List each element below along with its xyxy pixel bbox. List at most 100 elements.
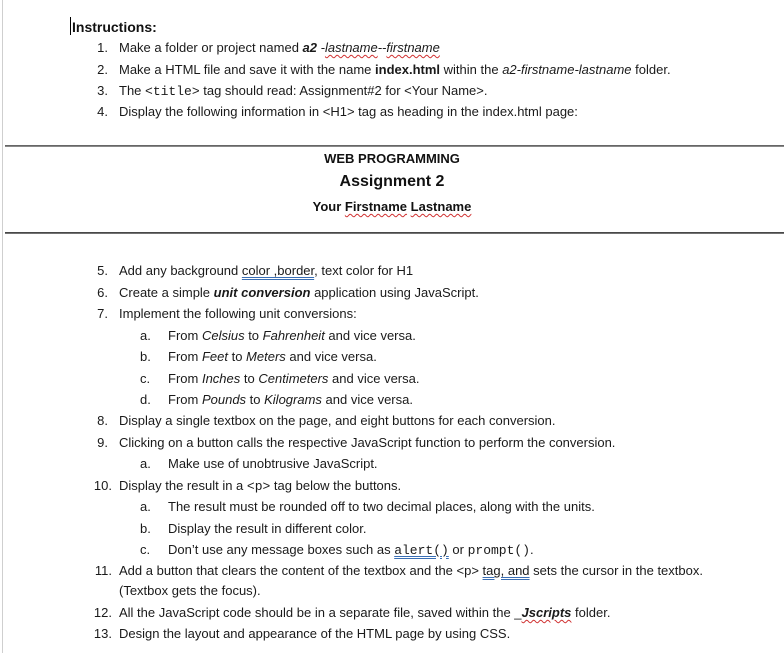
list-item-text: From Celsius to Fahrenheit and vice vers… [168,328,416,344]
text-run: Make a HTML file and save it with the na… [119,62,376,77]
list-item-number: 3. [97,83,108,98]
text-run: to [227,349,247,364]
list-item-text: From Feet to Meters and vice versa. [168,349,377,365]
text-run: and vice versa. [285,349,377,364]
text-run: Display the result in different color. [168,521,367,536]
list-item-text: (Textbox gets the focus). [119,583,261,599]
list-item-number: b. [140,349,151,364]
text-run: , text color for H1 [314,263,414,278]
name-lastname: Lastname [410,199,472,214]
h1-preview-line-name: Your Firstname Lastname [0,199,784,214]
text-run: index.html [375,62,441,77]
list-item-number: 1. [97,40,108,55]
list-item-text: The result must be rounded off to two de… [168,499,595,515]
text-run: tag should read: Assignment#2 for <Your … [199,83,488,98]
text-run: and vice versa. [324,328,416,343]
text-run: From [168,349,202,364]
text-run: All the JavaScript code should be in a s… [119,605,522,620]
text-run: tag below the buttons. [270,478,402,493]
text-run: Display a single textbox on the page, an… [119,413,556,428]
h1-preview-line-assignment: Assignment 2 [339,173,445,190]
text-run: From [168,392,202,407]
text-run: (Textbox gets the focus). [119,583,261,598]
text-run: Design the layout and appearance of the … [119,626,511,641]
list-item-number: a. [140,499,151,514]
list-item-text: Don’t use any message boxes such as aler… [168,542,534,559]
text-cursor [70,17,71,35]
list-item-text: Make a HTML file and save it with the na… [119,62,671,78]
list-item-number: c. [140,542,151,557]
list-item-text: The <title> tag should read: Assignment#… [119,83,488,100]
text-run: Make a folder or project named [119,40,303,55]
text-run: Feet [201,349,228,364]
text-run: firstname [386,40,440,55]
text-run: Make use of unobtrusive JavaScript. [168,456,378,471]
list-item-number: 4. [97,104,108,119]
text-run: or [448,542,468,557]
text-run: Add any background [119,263,242,278]
text-run: Inches [201,371,241,386]
list-item-text: Make use of unobtrusive JavaScript. [168,456,378,472]
text-run: Display the following information in <H1… [119,104,578,119]
text-run: Implement the following unit conversions… [119,306,357,321]
text-run: Centimeters [258,371,329,386]
list-item-number: 9. [97,435,108,450]
text-run: Add a button that clears the content of … [119,563,483,578]
list-item-number: 12. [93,605,112,620]
text-run: a2-firstname-lastname [502,62,632,77]
text-run: Celsius [201,328,245,343]
list-item-number: 6. [97,285,108,300]
list-item-text: Display the following information in <H1… [119,104,578,120]
text-run: lastname [324,40,378,55]
text-run: tag, and [482,563,530,578]
list-item-text: Display the result in a <p> tag below th… [119,478,401,495]
list-item-text: Add any background color ,border, text c… [119,263,413,279]
text-run: alert() [394,543,449,558]
list-item-number: b. [140,521,151,536]
text-run: Fahrenheit [262,328,325,343]
text-run: Display the result in a [119,478,247,493]
text-run: Meters [246,349,286,364]
list-item-number: 5. [97,263,108,278]
page-left-edge [2,0,3,653]
text-run: a2 [302,40,318,55]
text-run: folder. [571,605,611,620]
list-item-text: Design the layout and appearance of the … [119,626,510,642]
list-item-number: d. [140,392,151,407]
text-run: From [168,371,202,386]
text-run: <p> [246,479,271,494]
list-item-number: 10. [93,478,112,493]
list-item-text: Clicking on a button calls the respectiv… [119,435,615,451]
text-run: to [246,392,265,407]
text-run: Don’t use any message boxes such as [168,542,395,557]
list-item-number: 2. [97,62,108,77]
list-item-text: From Inches to Centimeters and vice vers… [168,371,419,387]
text-run: Pounds [201,392,247,407]
text-run: application using JavaScript. [310,285,479,300]
text-run: <title> [145,84,200,99]
text-run: folder. [631,62,671,77]
list-item-text: Display a single textbox on the page, an… [119,413,556,429]
name-prefix: Your [312,199,345,214]
list-item-text: Create a simple unit conversion applicat… [119,285,479,301]
text-run: Create a simple [119,285,214,300]
name-firstname: Firstname [344,199,408,214]
list-item-text: From Pounds to Kilograms and vice versa. [168,392,413,408]
list-item-text: Make a folder or project named a2 -lastn… [119,40,440,56]
text-run: and vice versa. [328,371,420,386]
text-run: Clicking on a button calls the respectiv… [119,435,616,450]
instructions-heading: Instructions: [72,19,157,35]
text-run: sets the cursor in the textbox. [529,563,703,578]
list-item-number: a. [140,456,151,471]
text-run: color ,border [241,263,315,278]
text-run: - [317,40,325,55]
list-item-text: All the JavaScript code should be in a s… [119,605,610,621]
list-item-number: 13. [93,626,112,641]
text-run: . [530,542,534,557]
text-run: The [119,83,146,98]
text-run: Kilograms [264,392,322,407]
text-run: From [168,328,202,343]
h1-preview-top-rule [5,145,784,147]
text-run: prompt() [467,543,531,558]
list-item-text: Add a button that clears the content of … [119,563,703,579]
